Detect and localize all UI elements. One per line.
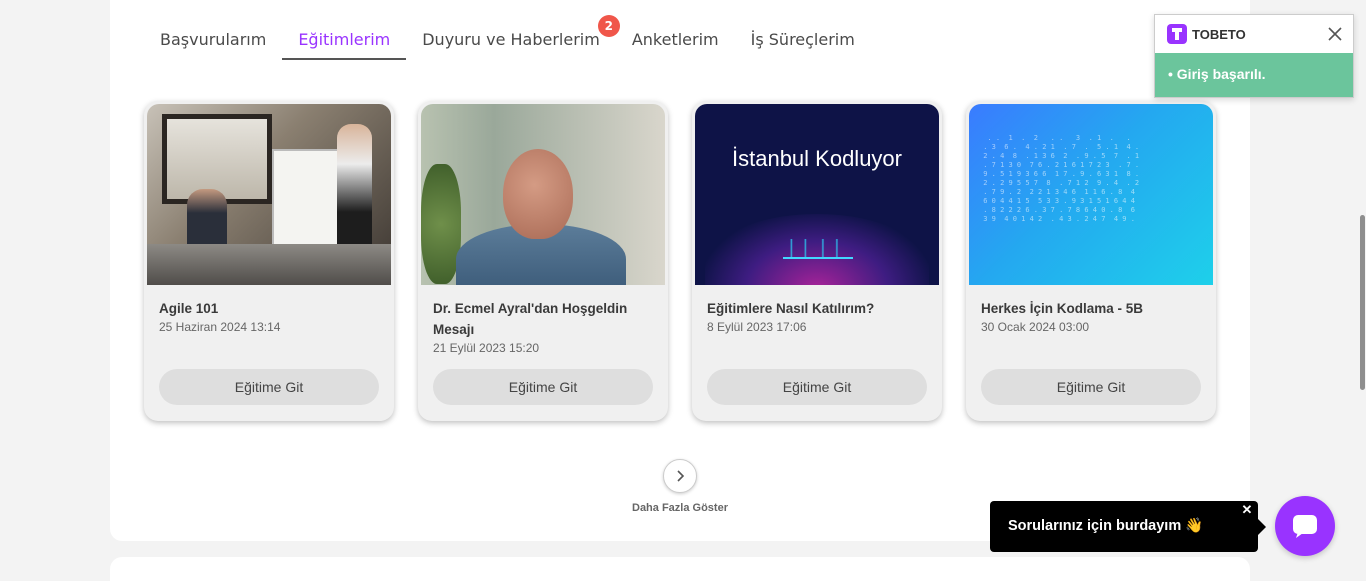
tab-label: Anketlerim	[631, 30, 719, 49]
show-more-label[interactable]: Daha Fazla Göster	[620, 502, 740, 514]
chat-button[interactable]	[1275, 496, 1335, 556]
tab-label: Duyuru ve Haberlerim	[422, 30, 600, 49]
course-date: 25 Haziran 2024 13:14	[159, 320, 281, 334]
tab-anketlerim[interactable]: Anketlerim	[616, 28, 735, 60]
course-date: 30 Ocak 2024 03:00	[981, 320, 1090, 334]
chat-icon	[1293, 515, 1317, 538]
course-title: Eğitimlere Nasıl Katılırım?	[707, 301, 875, 316]
next-panel	[110, 557, 1250, 581]
tab-basvurularim[interactable]: Başvurularım	[144, 28, 282, 60]
banner-text: İstanbul Kodluyor	[732, 146, 902, 171]
tab-is-sureclerim[interactable]: İş Süreçlerim	[735, 28, 871, 60]
course-date: 8 Eylül 2023 17:06	[707, 320, 807, 334]
tab-bar: Başvurularım Eğitimlerim Duyuru ve Haber…	[144, 15, 871, 62]
scrollbar[interactable]	[1359, 0, 1366, 581]
go-to-course-button[interactable]: Eğitime Git	[981, 369, 1201, 405]
chevron-right-icon	[677, 470, 685, 482]
show-more-button[interactable]	[663, 459, 697, 493]
portrait-photo	[421, 104, 665, 285]
notification-toast: TOBETO • Giriş başarılı.	[1154, 14, 1354, 98]
toast-title: TOBETO	[1192, 26, 1246, 42]
tab-duyuru-ve-haberlerim[interactable]: Duyuru ve Haberlerim 2	[406, 15, 620, 60]
course-card: İstanbul Kodluyor Eğitimlere Nasıl Katıl…	[692, 101, 942, 421]
course-date: 21 Eylül 2023 15:20	[433, 341, 540, 355]
course-title: Agile 101	[159, 301, 219, 316]
chat-prompt: Sorularınız için burdayım 👋 ✕	[990, 501, 1266, 552]
course-title: Herkes İçin Kodlama - 5B	[981, 301, 1144, 316]
course-card: Dr. Ecmel Ayral'dan Hoşgeldin Mesajı 21 …	[418, 101, 668, 421]
scroll-thumb[interactable]	[1360, 215, 1365, 390]
digital-numbers-banner: . . 1 . 2 . . 3 . 1 . . . 3 6 . 4 . 2 1 …	[969, 104, 1213, 285]
tobeto-logo-icon	[1167, 24, 1187, 44]
go-to-course-button[interactable]: Eğitime Git	[433, 369, 653, 405]
meeting-photo	[147, 104, 391, 285]
go-to-course-button[interactable]: Eğitime Git	[159, 369, 379, 405]
tab-label: Eğitimlerim	[298, 30, 391, 49]
tab-label: İş Süreçlerim	[750, 30, 855, 49]
toast-message: • Giriş başarılı.	[1155, 53, 1353, 97]
course-card: . . 1 . 2 . . 3 . 1 . . . 3 6 . 4 . 2 1 …	[966, 101, 1216, 421]
chat-prompt-text: Sorularınız için burdayım 👋	[1008, 518, 1204, 534]
course-title: Dr. Ecmel Ayral'dan Hoşgeldin Mesajı	[433, 301, 628, 337]
go-to-course-button[interactable]: Eğitime Git	[707, 369, 927, 405]
close-icon[interactable]	[1325, 24, 1345, 44]
tab-egitimlerim[interactable]: Eğitimlerim	[282, 28, 407, 60]
istanbul-kodluyor-banner: İstanbul Kodluyor	[695, 104, 939, 285]
course-card: Agile 101 25 Haziran 2024 13:14 Eğitime …	[144, 101, 394, 421]
tab-label: Başvurularım	[160, 30, 267, 49]
close-icon[interactable]: ✕	[1240, 503, 1254, 517]
